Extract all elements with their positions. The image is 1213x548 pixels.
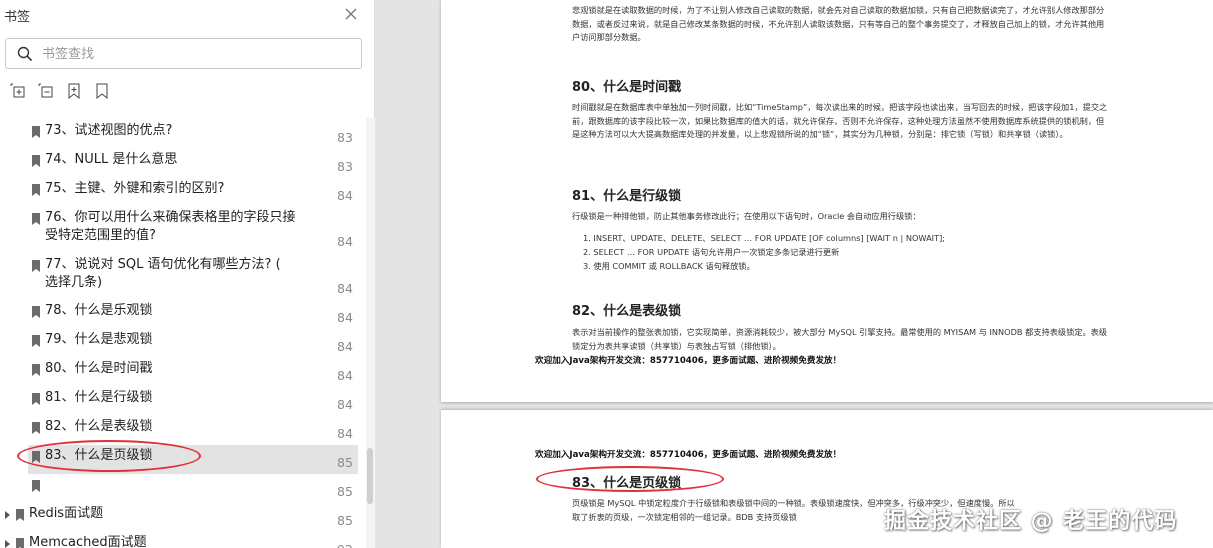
bookmark-page: 84 [337,188,353,203]
bookmark-label: 82、什么是表级锁 [45,419,153,434]
pdf-reader-window: 书签 书签查找 73、试述视图的优点? 83 74、NULL 是什么意思 83 … [0,0,1213,548]
bookmark-flag-icon [32,184,40,196]
sidebar-title: 书签 [4,10,31,25]
bookmark-flag-icon [32,393,40,405]
bookmark-flag-icon [32,480,40,492]
expand-arrow-icon[interactable] [5,511,10,519]
heading-80: 80、什么是时间戳 [572,80,682,95]
expand-arrow-icon[interactable] [5,540,10,548]
bookmark-flag-icon [32,451,40,463]
paragraph-table-lock: 表示对当前操作的整张表加锁，它实现简单，资源消耗较少，被大部分 MySQL 引擎… [572,327,1108,351]
bookmark-list: 73、试述视图的优点? 83 74、NULL 是什么意思 83 75、主键、外键… [0,118,366,548]
bookmark-flag-icon [16,538,24,548]
expand-all-icon[interactable] [10,83,26,99]
bookmark-page: 85 [337,513,353,528]
bookmark-label: 81、什么是行级锁 [45,390,153,405]
bookmark-label: Memcached面试题 [29,535,147,548]
bookmark-page: 84 [337,339,353,354]
bookmark-flag-icon [32,422,40,434]
list-item: 2. SELECT … FOR UPDATE 语句允许用户一次锁定多条记录进行更… [583,247,840,257]
bookmark-flag-icon [32,126,40,138]
bookmark-label: 73、试述视图的优点? [45,123,173,138]
scrollbar-thumb[interactable] [367,448,373,504]
list-item: 3. 使用 COMMIT 或 ROLLBACK 语句释放锁。 [583,261,755,271]
bookmark-page: 84 [337,397,353,412]
bookmark-page: 84 [337,234,353,249]
bookmark-page: 83 [337,159,353,174]
collapse-all-icon[interactable] [38,83,54,99]
document-page: 悲观锁就是在读取数据的时候，为了不让别人修改自己读取的数据，就会先对自己读取的数… [441,0,1213,402]
bookmark-page: 85 [337,484,353,499]
add-bookmark-icon[interactable] [66,83,82,100]
heading-81: 81、什么是行级锁 [572,189,682,204]
heading-83: 83、什么是页级锁 [572,476,682,491]
heading-82: 82、什么是表级锁 [572,304,682,319]
bookmark-flag-icon [16,509,24,521]
bookmark-page: 92 [337,542,353,548]
bookmark-flag-icon [32,155,40,167]
bookmark-page: 84 [337,281,353,296]
bookmark-label-line2: 选择几条) [45,275,103,290]
bookmark-label-line2: 受特定范围里的值? [45,228,156,243]
bookmark-label: 74、NULL 是什么意思 [45,152,178,167]
bookmark-page: 84 [337,368,353,383]
bookmark-label: 77、说说对 SQL 语句优化有哪些方法? ( [45,257,281,272]
bookmark-flag-icon [32,213,40,225]
promo-note: 欢迎加入Java架构开发交流：857710406，更多面试题、进阶视频免费发放！ [535,450,842,460]
watermark: 掘金技术社区 @ 老王的代码 [884,509,1178,534]
bookmark-search-input[interactable] [42,44,342,64]
bookmark-label: Redis面试题 [29,506,104,521]
row-lock-list: 1. INSERT、UPDATE、DELETE、SELECT … FOR UPD… [583,231,1103,273]
bookmark-label: 75、主键、外键和索引的区别? [45,181,225,196]
close-icon[interactable] [342,5,360,23]
bookmark-flag-icon [32,306,40,318]
paragraph-row-lock: 行级锁是一种排他锁，防止其他事务修改此行；在使用以下语句时，Oracle 会自动… [572,211,921,221]
bookmark-flag-icon [32,260,40,272]
sidebar-scrollbar[interactable] [366,118,375,548]
paragraph-pessimistic-lock: 悲观锁就是在读取数据的时候，为了不让别人修改自己读取的数据，就会先对自己读取的数… [572,5,1105,42]
document-viewer[interactable]: 悲观锁就是在读取数据的时候，为了不让别人修改自己读取的数据，就会先对自己读取的数… [376,0,1213,548]
bookmark-icon[interactable] [94,83,110,100]
promo-note: 欢迎加入Java架构开发交流：857710406，更多面试题、进阶视频免费发放！ [535,356,842,366]
bookmark-label: 80、什么是时间戳 [45,361,153,376]
bookmark-page: 84 [337,310,353,325]
list-item: 1. INSERT、UPDATE、DELETE、SELECT … FOR UPD… [583,233,946,243]
bookmark-sidebar: 书签 书签查找 73、试述视图的优点? 83 74、NULL 是什么意思 83 … [0,0,375,548]
bookmark-label: 83、什么是页级锁 [45,448,153,463]
search-icon [17,46,33,62]
bookmark-flag-icon [32,335,40,347]
sidebar-header: 书签 [0,0,375,30]
bookmark-page: 83 [337,130,353,145]
bookmark-label: 78、什么是乐观锁 [45,303,153,318]
bookmark-page: 84 [337,426,353,441]
bookmark-label: 76、你可以用什么来确保表格里的字段只接 [45,210,296,225]
bookmark-page: 85 [337,455,353,470]
bookmark-label: 79、什么是悲观锁 [45,332,153,347]
bookmark-flag-icon [32,364,40,376]
paragraph-timestamp: 时间戳就是在数据库表中单独加一列时间戳，比如“TimeStamp”，每次读出来的… [572,102,1108,139]
bookmark-search-box[interactable] [5,38,362,69]
